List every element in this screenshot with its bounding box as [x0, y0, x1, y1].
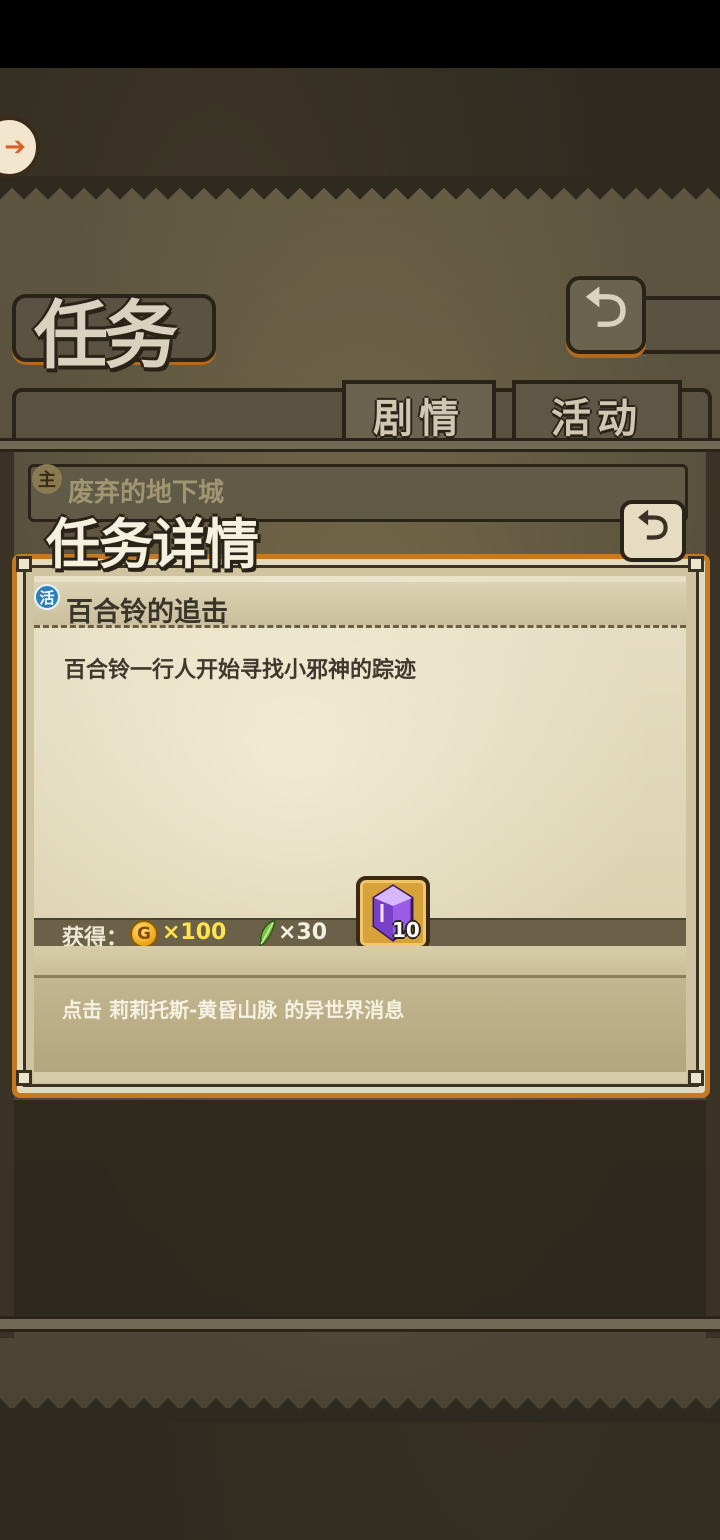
detail-close-button[interactable]: ⮌	[620, 500, 686, 562]
feather-icon	[257, 918, 276, 948]
feather-amount: ×30	[278, 920, 328, 945]
gold-coin-icon: G	[130, 920, 158, 948]
map-top-edge	[0, 176, 720, 200]
hint-area	[34, 978, 686, 1072]
panel-corner-tr	[688, 556, 704, 572]
map-bottom-edge	[0, 1398, 720, 1422]
reward-divider	[34, 946, 686, 978]
quest-list-top-bar	[0, 438, 720, 452]
quest-list-bottom-bar	[0, 1316, 720, 1332]
arrow-right-icon: ➔	[4, 132, 26, 162]
back-rail	[640, 296, 720, 354]
quest-description: 百合铃一行人开始寻找小邪神的踪迹	[64, 658, 417, 683]
page-title: 任务	[34, 293, 178, 379]
crystal-count: 10	[392, 918, 420, 942]
quest-title: 百合铃的追击	[66, 597, 228, 628]
event-quest-badge: 活	[34, 584, 60, 610]
list-empty-area	[14, 1100, 706, 1316]
panel-corner-br	[688, 1070, 704, 1086]
panel-corner-tl	[16, 556, 32, 572]
return-arrow-icon: ⮌	[636, 503, 670, 549]
quest-hint: 点击 莉莉托斯-黄昏山脉 的异世界消息	[62, 998, 405, 1022]
return-arrow-icon: ⮌	[584, 276, 628, 339]
detail-heading: 任务详情	[46, 513, 259, 576]
back-button[interactable]: ⮌	[566, 276, 646, 354]
coin-amount: ×100	[162, 920, 227, 945]
status-bar	[0, 0, 720, 68]
panel-corner-bl	[16, 1070, 32, 1086]
main-quest-badge: 主	[32, 464, 62, 494]
